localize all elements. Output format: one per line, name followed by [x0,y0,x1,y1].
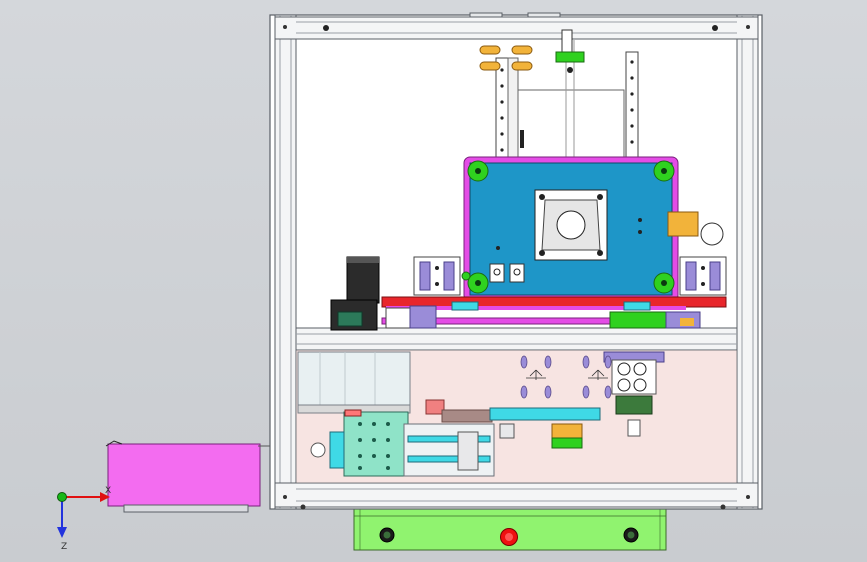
bearing-block-right [679,256,727,296]
coordinate-triad-icon: X Z [57,486,111,552]
push-button-icon [623,527,639,543]
axis-x-label: X [105,486,111,496]
emergency-stop-icon [500,528,518,546]
external-control-box [105,440,270,513]
push-button-icon [379,527,395,543]
axis-z-label: Z [61,542,67,552]
roller-drum [297,351,411,414]
cad-viewport[interactable]: X Z [0,0,867,562]
